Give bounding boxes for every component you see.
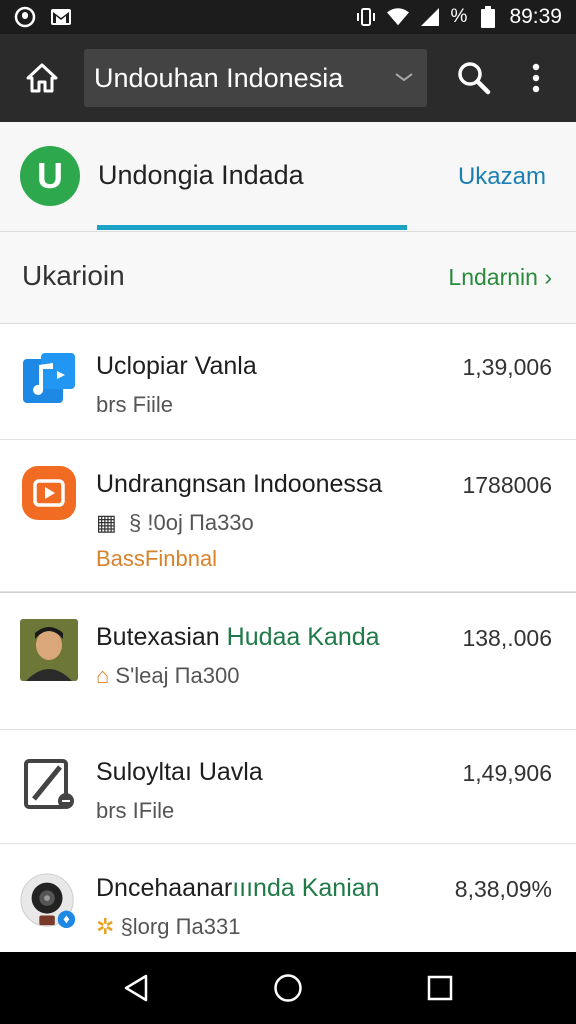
item-title: Undrangnsan Indoonessa	[96, 470, 383, 498]
status-time: 89:39	[509, 5, 562, 28]
signal-icon	[419, 6, 441, 28]
section-more-link[interactable]: Lndarnin ›	[448, 264, 552, 291]
item-value: 138,.006	[462, 625, 552, 651]
item-subtitle: ✲ §lorg Πa331	[96, 914, 241, 939]
tab-indicator	[97, 225, 407, 230]
item-value: 1788006	[462, 472, 552, 498]
music-file-icon	[20, 350, 78, 408]
item-title: Butexasian Hudaa Kanda	[96, 623, 380, 651]
chevron-down-icon[interactable]	[393, 69, 415, 88]
home-button[interactable]	[0, 34, 84, 122]
home-icon	[26, 63, 58, 93]
avatar	[20, 619, 78, 681]
search-button[interactable]	[443, 34, 505, 122]
item-title: Dncehaanarııında Kanian	[96, 874, 380, 902]
list-item[interactable]: Butexasian Hudaa Kanda ⌂ S'leaj Πa300 13…	[0, 592, 576, 730]
more-vert-icon	[532, 63, 540, 93]
home-circle-icon	[274, 974, 302, 1002]
item-subtitle: ⌂ S'leaj Πa300	[96, 663, 240, 688]
overflow-menu-button[interactable]	[505, 34, 567, 122]
gmail-icon	[50, 6, 72, 28]
item-title: Uclopiar Vanla	[96, 352, 257, 380]
item-title: Suloyltaı Uavla	[96, 758, 263, 786]
system-nav-bar	[0, 952, 576, 1024]
edit-file-icon	[20, 756, 78, 814]
list-item[interactable]: Uclopiar Vanla brs Fiile 1,39,006	[0, 324, 576, 440]
search-icon	[458, 62, 491, 95]
video-play-icon	[20, 464, 78, 522]
account-logo: U	[20, 146, 80, 206]
account-action-link[interactable]: Ukazam	[458, 163, 546, 191]
section-header: Ukarioin Lndarnin ›	[0, 232, 576, 324]
back-button[interactable]	[106, 958, 166, 1018]
item-value: 1,49,906	[462, 760, 552, 786]
wifi-icon	[386, 6, 409, 28]
app-toolbar: Undouhan Indonesia	[0, 34, 576, 122]
item-subtitle: brs Fiile	[96, 392, 174, 417]
notification-icon	[14, 6, 36, 28]
battery-icon	[477, 6, 499, 28]
list-item[interactable]: Dncehaanarııında Kanian ✲ §lorg Πa331 8,…	[0, 844, 576, 952]
recents-square-icon	[427, 975, 453, 1001]
item-subtitle: ▦ § !0oj Πa33ο	[96, 510, 254, 535]
vibrate-icon	[355, 6, 377, 28]
search-field-value: Undouhan Indonesia	[94, 62, 344, 93]
recents-button[interactable]	[410, 958, 470, 1018]
star-icon: ✲	[96, 914, 115, 939]
home-nav-button[interactable]	[258, 958, 318, 1018]
account-logo-letter: U	[37, 155, 63, 196]
account-header: U Undongia Indada Ukazam	[0, 122, 576, 232]
item-subtitle: brs IFile	[96, 798, 175, 823]
item-value: 1,39,006	[462, 354, 552, 380]
webcam-icon	[20, 872, 78, 930]
back-triangle-icon	[124, 974, 148, 1002]
section-title: Ukarioin	[22, 260, 125, 291]
grid-icon: ▦	[96, 510, 117, 535]
tag-icon: ⌂	[96, 663, 110, 688]
list-item[interactable]: Suloyltaı Uavla brs IFile 1,49,906	[0, 730, 576, 844]
battery-percent-label: %	[450, 6, 468, 27]
item-tag: BassFinbnal	[96, 546, 218, 571]
status-bar: % 89:39	[0, 0, 576, 34]
item-value: 8,38,09%	[454, 876, 552, 902]
list-item[interactable]: Undrangnsan Indoonessa ▦ § !0oj Πa33ο Ba…	[0, 440, 576, 592]
search-field[interactable]: Undouhan Indonesia	[84, 49, 427, 107]
account-tab[interactable]: Undongia Indada	[98, 160, 304, 191]
